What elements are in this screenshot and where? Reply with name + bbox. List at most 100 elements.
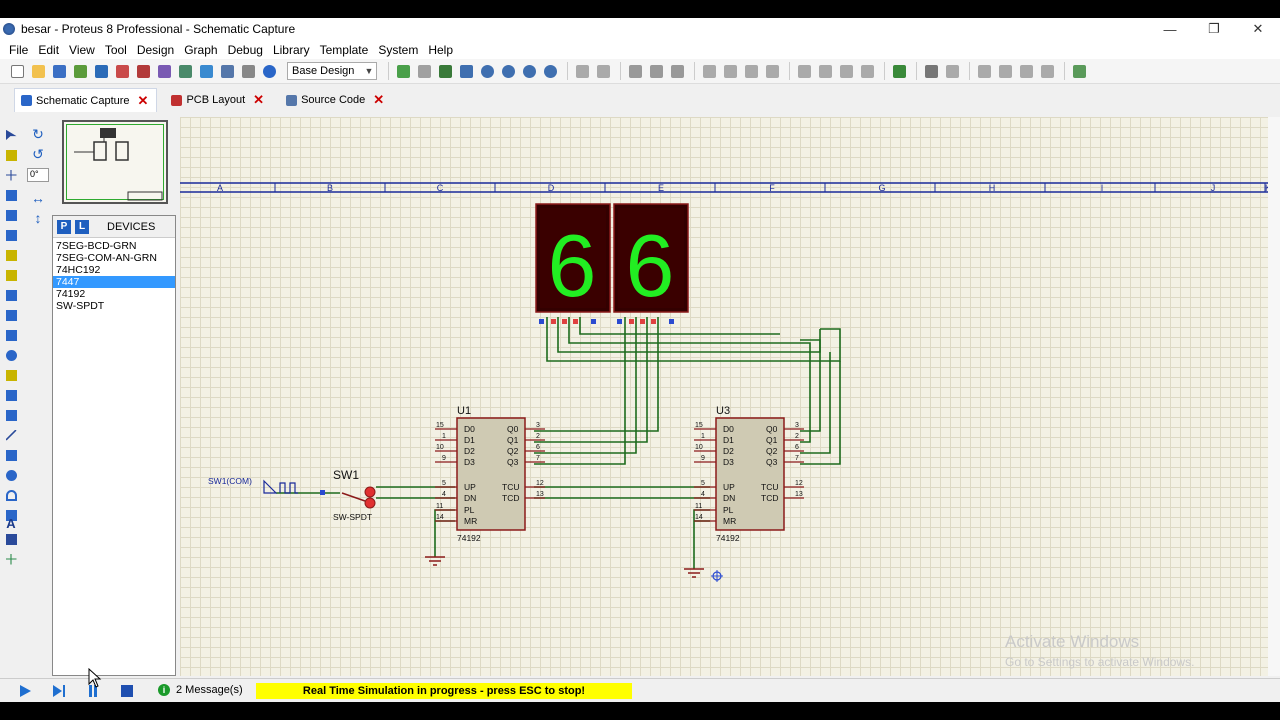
close-tab-icon[interactable]: ✕ [138,93,149,109]
block-move-icon[interactable] [721,62,740,81]
switch-sw1[interactable]: SW1 SW-SPDT [320,468,376,522]
remove-sheet-icon[interactable] [996,62,1015,81]
netlist-icon[interactable] [1070,62,1089,81]
design-select[interactable]: Base Design ▼ [287,62,377,80]
gerber-icon[interactable] [176,62,195,81]
restore-button[interactable]: ❐ [1192,18,1236,40]
menu-graph[interactable]: Graph [179,43,222,57]
marker-tool-icon[interactable] [4,552,18,566]
home-icon[interactable] [92,62,111,81]
pan-icon[interactable] [457,62,476,81]
menu-design[interactable]: Design [132,43,179,57]
step-icon[interactable] [52,684,66,698]
new-sheet-icon[interactable] [975,62,994,81]
zoom-area-icon[interactable] [541,62,560,81]
origin-icon[interactable] [436,62,455,81]
list-item[interactable]: 7SEG-COM-AN-GRN [53,252,175,264]
overview-window[interactable] [62,120,168,204]
close-tab-icon[interactable]: ✕ [373,92,384,108]
schematic-icon[interactable] [113,62,132,81]
undo-icon[interactable] [573,62,592,81]
pick-device-icon[interactable] [795,62,814,81]
seven-segment-display-right[interactable]: 6 [613,203,689,315]
terminals-icon[interactable] [4,268,18,282]
vertical-scrollbar[interactable] [1268,117,1280,676]
make-device-icon[interactable] [816,62,835,81]
minimize-button[interactable]: — [1148,18,1192,40]
line-tool-icon[interactable] [4,428,18,442]
copy-icon[interactable] [647,62,666,81]
bom-icon[interactable] [197,62,216,81]
text-script-icon[interactable] [4,208,18,222]
menu-edit[interactable]: Edit [33,43,64,57]
rotate-clockwise-icon[interactable]: ↻ [30,126,46,142]
rotate-anticlockwise-icon[interactable]: ↺ [30,146,46,162]
menu-template[interactable]: Template [315,43,374,57]
list-item[interactable]: 74192 [53,288,175,300]
new-file-icon[interactable] [8,62,27,81]
menu-view[interactable]: View [64,43,100,57]
tape-recorder-icon[interactable] [4,328,18,342]
grid-icon[interactable] [415,62,434,81]
list-item-selected[interactable]: 7447 [53,276,175,288]
component-mode-icon[interactable] [4,148,18,162]
menu-library[interactable]: Library [268,43,315,57]
packaging-tool-icon[interactable] [837,62,856,81]
menu-tool[interactable]: Tool [100,43,132,57]
subcircuit-icon[interactable] [4,248,18,262]
voltage-probe-icon[interactable] [4,368,18,382]
zoom-out-icon[interactable] [499,62,518,81]
zoom-all-icon[interactable] [520,62,539,81]
block-delete-icon[interactable] [763,62,782,81]
virtual-instruments-icon[interactable] [4,408,18,422]
close-tab-icon[interactable]: ✕ [253,92,264,108]
block-copy-icon[interactable] [700,62,719,81]
messages-indicator[interactable]: i 2 Message(s) [158,684,243,696]
graph-mode-icon[interactable] [4,308,18,322]
library-manager-button[interactable]: L [75,219,89,234]
text-tool-icon[interactable]: A [4,516,18,531]
schematic-canvas[interactable]: A B C D E F G H I J K 6 6 [180,117,1276,676]
search-tag-icon[interactable] [922,62,941,81]
pulse-generator[interactable]: SW1(COM) [208,476,298,494]
wire-label-icon[interactable] [4,188,18,202]
arc-tool-icon[interactable] [4,488,18,502]
ic-u3[interactable]: U3 D0 D1 D2 D3 UP DN PL MR Q0 Q1 Q2 Q3 T… [694,405,804,543]
mirror-vertical-icon[interactable]: ↕ [30,210,46,226]
decompose-icon[interactable] [858,62,877,81]
save-icon[interactable] [50,62,69,81]
box-tool-icon[interactable] [4,448,18,462]
pick-devices-button[interactable]: P [57,219,71,234]
zoom-in-icon[interactable] [478,62,497,81]
3d-view-icon[interactable] [155,62,174,81]
junction-dot-icon[interactable] [4,168,18,182]
ic-u1[interactable]: U1 D0 D1 D2 D3 UP DN PL MR Q0 Q1 Q2 Q3 T… [435,405,545,543]
menu-system[interactable]: System [373,43,423,57]
tab-source-code[interactable]: Source Code ✕ [280,88,392,112]
list-item[interactable]: SW-SPDT [53,300,175,312]
close-window-button[interactable]: ✕ [1236,18,1280,40]
refresh-icon[interactable] [394,62,413,81]
exit-parent-icon[interactable] [1017,62,1036,81]
menu-help[interactable]: Help [423,43,458,57]
rotation-angle-field[interactable]: 0° [27,168,49,182]
seven-segment-display-left[interactable]: 6 [535,203,611,315]
stop-icon[interactable] [120,684,134,698]
import-icon[interactable] [71,62,90,81]
device-pins-icon[interactable] [4,288,18,302]
design-rules-icon[interactable] [1038,62,1057,81]
list-item[interactable]: 7SEG-BCD-GRN [53,240,175,252]
mirror-horizontal-icon[interactable]: ↔ [30,190,46,206]
paste-icon[interactable] [668,62,687,81]
property-assign-icon[interactable] [943,62,962,81]
selection-mode-icon[interactable] [4,128,18,142]
cut-icon[interactable] [626,62,645,81]
redo-icon[interactable] [594,62,613,81]
menu-file[interactable]: File [4,43,33,57]
play-icon[interactable] [18,684,32,698]
generator-mode-icon[interactable] [4,348,18,362]
pcb-icon[interactable] [134,62,153,81]
wire-autorouter-icon[interactable] [890,62,909,81]
help-icon[interactable] [260,62,279,81]
tab-schematic-capture[interactable]: Schematic Capture ✕ [14,88,158,112]
